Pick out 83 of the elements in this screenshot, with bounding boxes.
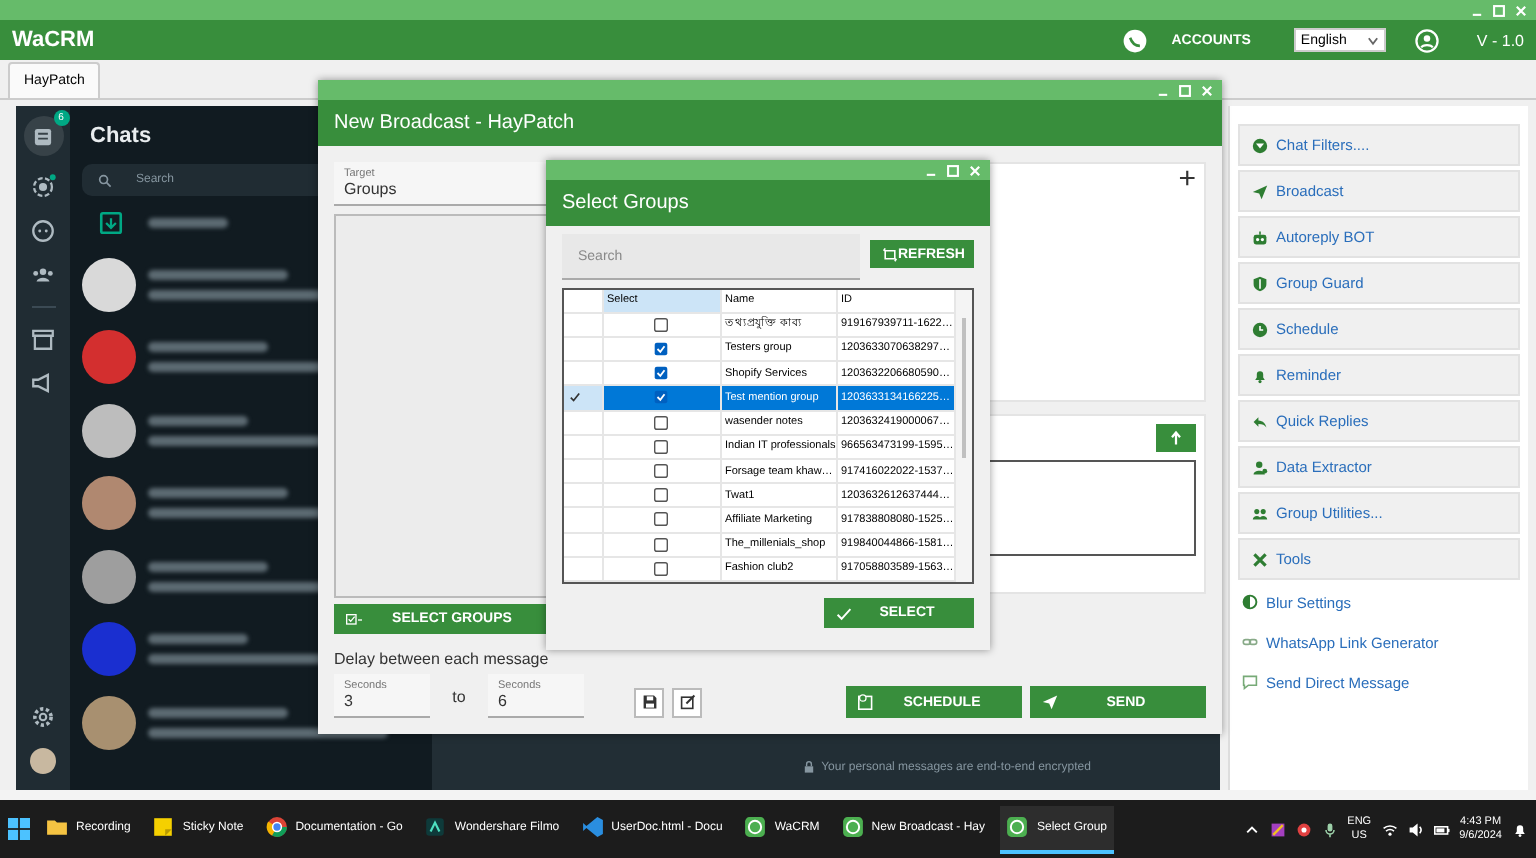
wifi-icon[interactable]	[1381, 821, 1398, 837]
save-icon	[641, 694, 657, 710]
add-button[interactable]: +	[1178, 164, 1196, 194]
current-row-icon	[568, 390, 582, 405]
profile-avatar[interactable]	[30, 748, 56, 774]
app-tray-icon[interactable]	[1269, 821, 1286, 837]
checkbox[interactable]	[654, 512, 668, 527]
checkbox[interactable]	[654, 390, 668, 405]
checkbox[interactable]	[654, 464, 668, 478]
chat-app-icon	[1006, 816, 1029, 838]
status-icon[interactable]	[30, 174, 56, 200]
tools-icon	[1252, 551, 1268, 567]
app-title: WaCRM	[12, 28, 97, 52]
blurred-text	[148, 634, 248, 645]
chat-app-icon	[841, 816, 864, 838]
blurred-text	[148, 415, 248, 426]
delay-separator: to	[450, 687, 468, 705]
paper-plane-icon	[1042, 694, 1058, 710]
chat-list-icon	[30, 123, 56, 149]
folder-icon	[46, 816, 68, 838]
groups-table[interactable]	[562, 288, 974, 584]
save-button[interactable]	[634, 687, 664, 717]
checkbox[interactable]	[654, 341, 668, 356]
checkbox[interactable]	[654, 439, 668, 454]
delay-label: Delay between each message	[334, 650, 551, 668]
clock-icon	[1252, 321, 1268, 337]
blurred-text	[148, 217, 228, 227]
editor-icon	[424, 816, 447, 838]
refresh-icon	[882, 246, 898, 262]
chat-app-icon	[744, 816, 767, 838]
bell-icon	[1252, 367, 1268, 383]
filter-icon	[1252, 137, 1268, 153]
record-icon[interactable]	[1295, 821, 1312, 837]
shop-icon[interactable]	[30, 326, 56, 352]
contrast-icon	[1242, 594, 1258, 610]
version-label: V - 1.0	[1476, 31, 1524, 49]
window-title: New Broadcast - HayPatch	[318, 100, 1222, 146]
note-icon	[152, 816, 175, 838]
shield-icon	[1252, 275, 1268, 291]
settings-icon[interactable]	[30, 704, 56, 730]
volume-icon[interactable]	[1407, 821, 1424, 837]
microphone-icon[interactable]	[1321, 821, 1338, 837]
checkmark-icon	[836, 605, 852, 621]
edit-icon	[679, 694, 695, 710]
checkbox[interactable]	[654, 317, 668, 332]
contact-avatar[interactable]	[82, 695, 136, 750]
reply-icon	[1252, 413, 1268, 429]
checkbox-menu-icon	[346, 611, 362, 627]
blurred-text	[148, 707, 288, 718]
browser-icon	[265, 816, 288, 838]
checkbox[interactable]	[654, 561, 668, 576]
blurred-text	[148, 342, 268, 353]
battery-icon[interactable]	[1433, 821, 1450, 837]
contact-avatar[interactable]	[82, 476, 136, 531]
dialog-title: Select Groups	[546, 180, 990, 226]
chevron-up-icon[interactable]	[1243, 821, 1260, 837]
contact-avatar[interactable]	[82, 257, 136, 312]
checkbox[interactable]	[654, 537, 668, 552]
checkbox[interactable]	[654, 415, 668, 430]
person-icon	[1252, 459, 1268, 475]
arrow-up-icon	[1168, 430, 1184, 446]
edit-button[interactable]	[672, 687, 702, 717]
scrollbar-thumb[interactable]	[961, 318, 966, 458]
people-icon	[1252, 505, 1268, 521]
upload-button[interactable]	[1156, 424, 1196, 452]
link-icon	[1242, 634, 1258, 650]
paper-plane-icon	[1252, 183, 1268, 199]
blurred-text	[148, 269, 288, 280]
checkbox[interactable]	[654, 488, 668, 503]
user-icon[interactable]	[1414, 27, 1441, 53]
search-icon	[98, 173, 112, 187]
windows-start-icon[interactable]	[8, 818, 30, 840]
chats-title: Chats	[90, 124, 154, 148]
robot-icon	[1252, 229, 1268, 245]
notification-bell-icon[interactable]	[1512, 821, 1528, 837]
archive-icon[interactable]	[98, 209, 124, 235]
blurred-text	[148, 561, 268, 572]
contact-avatar[interactable]	[82, 549, 136, 604]
caret-icon	[1366, 33, 1381, 47]
contact-avatar[interactable]	[82, 403, 136, 458]
blurred-text	[148, 488, 288, 499]
lock-icon	[801, 760, 816, 774]
code-editor-icon	[581, 816, 604, 838]
